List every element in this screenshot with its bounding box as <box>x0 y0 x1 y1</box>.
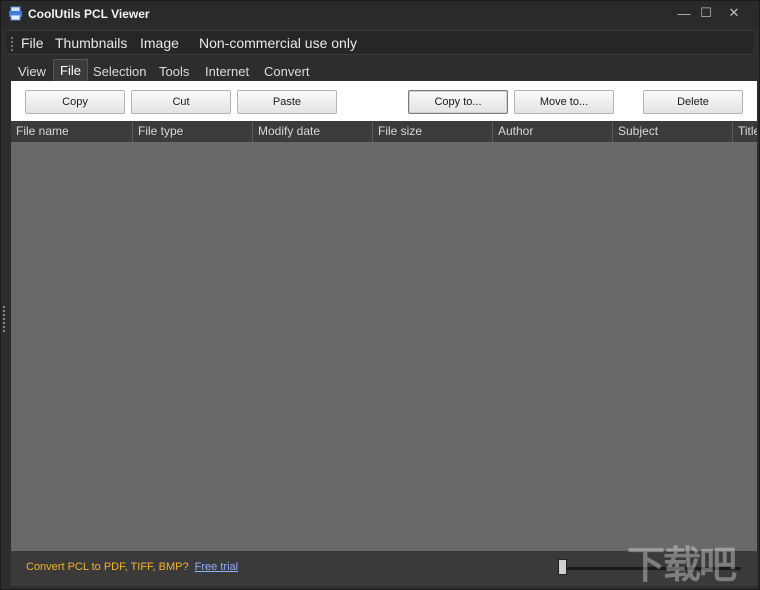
title-bar[interactable]: CoolUtils PCL Viewer — ☐ ✕ <box>1 1 759 27</box>
menu-license-notice[interactable]: Non-commercial use only <box>199 35 357 51</box>
file-list-area[interactable] <box>11 142 757 551</box>
menu-image[interactable]: Image <box>140 35 179 51</box>
column-file-type[interactable]: File type <box>132 121 252 142</box>
printer-icon <box>9 6 22 21</box>
column-modify-date[interactable]: Modify date <box>252 121 372 142</box>
ribbon-tabs: View File Selection Tools Internet Conve… <box>9 58 757 81</box>
promo-message: Convert PCL to PDF, TIFF, BMP? Free tria… <box>26 561 238 573</box>
zoom-slider-thumb[interactable] <box>558 559 567 575</box>
minimize-icon: — <box>677 5 691 21</box>
column-file-name[interactable]: File name <box>11 121 132 142</box>
app-window: CoolUtils PCL Viewer — ☐ ✕ File Thumbnai… <box>0 0 760 590</box>
column-author[interactable]: Author <box>492 121 612 142</box>
tab-view[interactable]: View <box>12 61 52 83</box>
tab-file[interactable]: File <box>53 59 88 81</box>
tab-tools[interactable]: Tools <box>153 61 195 83</box>
window-title: CoolUtils PCL Viewer <box>28 7 150 21</box>
tab-convert[interactable]: Convert <box>258 61 316 83</box>
menu-file[interactable]: File <box>21 35 44 51</box>
column-title[interactable]: Title <box>732 121 757 142</box>
file-list-header: File name File type Modify date File siz… <box>11 121 757 142</box>
close-button[interactable]: ✕ <box>719 4 749 22</box>
cut-button[interactable]: Cut <box>131 90 231 114</box>
maximize-icon: ☐ <box>700 5 712 20</box>
copy-to-button[interactable]: Copy to... <box>408 90 508 114</box>
menu-thumbnails[interactable]: Thumbnails <box>55 35 127 51</box>
move-to-button[interactable]: Move to... <box>514 90 614 114</box>
free-trial-link[interactable]: Free trial <box>195 561 238 573</box>
side-panel-splitter[interactable] <box>3 306 7 332</box>
menu-grip-handle[interactable] <box>11 37 13 51</box>
close-icon: ✕ <box>728 5 740 20</box>
file-toolbar: Copy Cut Paste Copy to... Move to... Del… <box>11 81 757 121</box>
delete-button[interactable]: Delete <box>643 90 743 114</box>
tab-internet[interactable]: Internet <box>199 61 255 83</box>
maximize-button[interactable]: ☐ <box>694 4 718 22</box>
paste-button[interactable]: Paste <box>237 90 337 114</box>
column-file-size[interactable]: File size <box>372 121 492 142</box>
watermark-logo: 下载吧 <box>627 545 737 587</box>
tab-selection[interactable]: Selection <box>87 61 152 83</box>
menu-bar: File Thumbnails Image Non-commercial use… <box>7 30 753 55</box>
column-subject[interactable]: Subject <box>612 121 732 142</box>
copy-button[interactable]: Copy <box>25 90 125 114</box>
promo-text: Convert PCL to PDF, TIFF, BMP? <box>26 561 189 573</box>
minimize-button[interactable]: — <box>672 4 696 22</box>
